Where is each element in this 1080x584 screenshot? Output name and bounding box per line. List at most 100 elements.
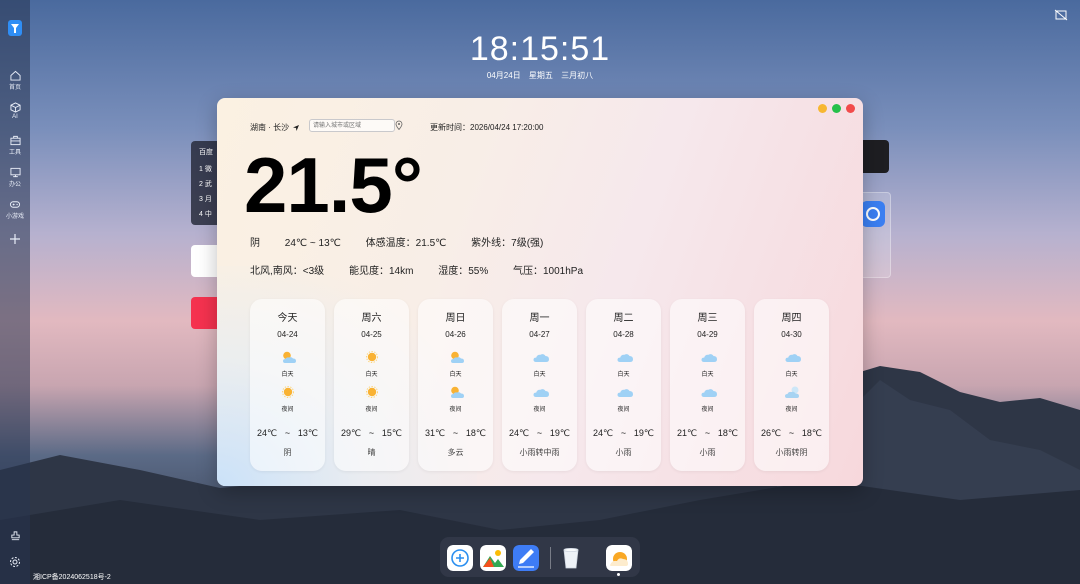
forecast-day-card[interactable]: 周三 04-29 白天 夜间 21℃ ~18℃ 小雨: [670, 299, 745, 471]
forecast-high: 24℃: [593, 428, 614, 438]
stamp-icon: [10, 531, 20, 541]
forecast-temperature: 29℃ ~15℃: [341, 428, 402, 439]
forecast-temperature: 24℃ ~19℃: [509, 428, 570, 439]
forecast-low: 13℃: [297, 428, 318, 438]
notes-icon[interactable]: [513, 545, 539, 571]
forecast-condition: 小雨: [615, 448, 632, 457]
clock-date: 04月24日 星期五 三月初八: [0, 70, 1080, 81]
forecast-day-card[interactable]: 周二 04-28 白天 夜间 24℃ ~19℃ 小雨: [586, 299, 661, 471]
night-label: 夜间: [533, 407, 546, 413]
gamepad-icon: [9, 201, 21, 208]
clock-time: 18:15:51: [469, 30, 611, 68]
forecast-day-name: 今天: [277, 313, 298, 324]
sidebar: 首页 AI 工具 办公 小游戏: [0, 0, 30, 584]
wallpaper-toggle-icon[interactable]: [1054, 9, 1068, 21]
sidebar-stamp-button[interactable]: [0, 530, 30, 543]
dock-active-indicator: [617, 573, 620, 576]
sidebar-item-games[interactable]: 小游戏: [0, 199, 30, 220]
add-app-icon[interactable]: [447, 545, 473, 571]
weather-summary-row: 阴 24℃ ~ 13℃ 体感温度：21.5℃ 紫外线：7级(强): [250, 234, 565, 249]
night-label: 夜间: [281, 407, 294, 413]
forecast-date: 04-29: [697, 330, 718, 339]
forecast-high: 24℃: [509, 428, 530, 438]
forecast-date: 04-24: [277, 330, 298, 339]
forecast-day-card[interactable]: 周一 04-27 白天 夜间 24℃ ~19℃ 小雨转中雨: [502, 299, 577, 471]
monitor-icon: [9, 167, 21, 178]
night-label: 夜间: [449, 407, 462, 413]
forecast-temperature: 26℃ ~18℃: [761, 428, 822, 439]
forecast-date: 04-30: [781, 330, 802, 339]
forecast-temperature: 24℃ ~13℃: [257, 428, 318, 439]
close-button[interactable]: [846, 104, 855, 113]
forecast-list: 今天 04-24 白天 夜间 24℃ ~13℃ 阴 周六 04-25 白天 夜间 29℃ ~15℃ 晴 周日…: [250, 299, 829, 471]
sidebar-add-button[interactable]: [0, 233, 30, 246]
location-pin-icon[interactable]: [395, 120, 403, 130]
gear-icon: [10, 557, 20, 567]
cloud-icon: [616, 385, 634, 403]
forecast-day-card[interactable]: 周六 04-25 白天 夜间 29℃ ~15℃ 晴: [334, 299, 409, 471]
weekday-text: 星期五: [528, 71, 553, 80]
maximize-button[interactable]: [832, 104, 841, 113]
forecast-condition: 小雨: [699, 448, 716, 457]
location[interactable]: 湖南 · 长沙: [250, 122, 300, 133]
minimize-button[interactable]: [818, 104, 827, 113]
forecast-day-card[interactable]: 今天 04-24 白天夜间 24℃ ~13℃ 阴: [250, 299, 325, 471]
forecast-day-card[interactable]: 周日 04-26 白天 夜间 31℃ ~18℃ 多云: [418, 299, 493, 471]
forecast-condition: 小雨转中雨: [519, 448, 560, 457]
forecast-condition: 晴: [367, 448, 376, 457]
cloud-icon: [700, 385, 718, 403]
condition-text: 阴: [250, 238, 260, 249]
sidebar-item-label: 工具: [8, 150, 21, 156]
tilde: ~: [452, 428, 459, 438]
icp-record[interactable]: 湘ICP备2024062518号-2: [33, 572, 111, 582]
list-item[interactable]: 2 武: [199, 179, 212, 189]
forecast-low: 18℃: [465, 428, 486, 438]
forecast-low: 19℃: [549, 428, 570, 438]
night-label: 夜间: [785, 407, 798, 413]
forecast-day-card[interactable]: 周四 04-30 白天夜间 26℃ ~18℃ 小雨转阴: [754, 299, 829, 471]
update-time: 更新时间：2026/04/24 17:20:00: [430, 123, 544, 132]
cube-icon: [9, 102, 21, 113]
cloud-icon: [532, 385, 550, 403]
partly-cloudy-icon: [280, 350, 298, 369]
night-label: 夜间: [365, 407, 378, 413]
sidebar-item-office[interactable]: 办公: [0, 167, 30, 188]
forecast-date: 04-27: [529, 330, 550, 339]
sidebar-item-ai[interactable]: AI: [0, 102, 30, 120]
forecast-day-name: 周六: [361, 313, 382, 324]
sidebar-item-tools[interactable]: 工具: [0, 135, 30, 156]
navigation-arrow-icon: [293, 124, 300, 131]
forecast-condition: 阴: [283, 448, 292, 457]
day-label: 白天: [701, 372, 714, 378]
forecast-high: 29℃: [341, 428, 362, 438]
list-item[interactable]: 4 中: [199, 209, 212, 219]
list-item[interactable]: 1 微: [199, 164, 212, 174]
tilde: ~: [368, 428, 375, 438]
tilde: ~: [620, 428, 627, 438]
photos-icon[interactable]: [480, 545, 506, 571]
tilde: ~: [788, 428, 795, 438]
forecast-high: 24℃: [257, 428, 278, 438]
sidebar-settings-button[interactable]: [0, 556, 30, 569]
forecast-condition: 小雨转阴: [775, 448, 808, 457]
day-label: 白天: [533, 372, 546, 378]
plus-icon: [10, 234, 20, 244]
uv-index: 紫外线：7级(强): [471, 238, 544, 249]
day-label: 白天: [785, 372, 798, 378]
forecast-low: 19℃: [633, 428, 654, 438]
forecast-high: 31℃: [425, 428, 446, 438]
day-label: 白天: [281, 372, 294, 378]
forecast-day-name: 周日: [445, 313, 466, 324]
weather-window: 湖南 · 长沙 更新时间：2026/04/24 17:20:00 21.5° 阴…: [217, 98, 863, 486]
forecast-low: 18℃: [717, 428, 738, 438]
weather-app-icon[interactable]: [606, 545, 632, 571]
dock: [440, 537, 640, 577]
trash-icon[interactable]: [558, 545, 584, 571]
forecast-temperature: 24℃ ~19℃: [593, 428, 654, 439]
list-item[interactable]: 3 月: [199, 194, 212, 204]
cloud-icon: [616, 350, 634, 368]
city-search-input[interactable]: [309, 119, 395, 132]
sidebar-item-label: 办公: [8, 182, 21, 188]
forecast-day-name: 周四: [781, 313, 802, 324]
night-label: 夜间: [701, 407, 714, 413]
